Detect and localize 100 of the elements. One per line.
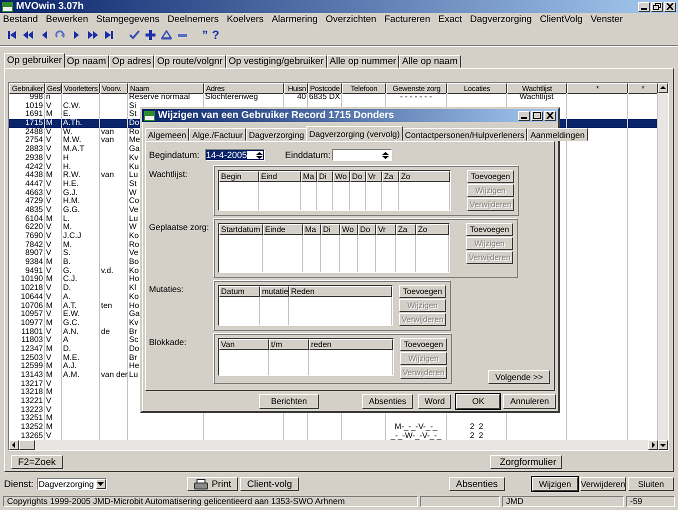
column-header[interactable]: Di [321, 224, 340, 235]
list-view[interactable]: Datum mutatie Reden [218, 285, 393, 326]
column-header[interactable]: Za [382, 171, 399, 182]
column-header[interactable]: Reden [289, 286, 392, 297]
table-cell: 11803 [21, 336, 43, 345]
menu-item[interactable]: Venster [590, 14, 623, 25]
date-field[interactable]: 14-4-2005 [205, 149, 265, 161]
menu-item[interactable]: Koelvers [226, 14, 264, 25]
dialog-button[interactable]: Berichten [259, 394, 319, 408]
list-action-button[interactable]: Toevoegen [467, 170, 514, 183]
list-view[interactable]: Startdatum Einde Ma Di Wo Do Vr Za Zo [218, 223, 450, 273]
maximize-icon [533, 112, 541, 119]
tab[interactable]: Alle op nummer [326, 55, 400, 68]
menu-item[interactable]: Overzichten [326, 14, 376, 25]
menu-item[interactable]: Bestand [3, 14, 38, 25]
list-action-button[interactable]: Toevoegen [399, 285, 446, 298]
maximize-button[interactable] [531, 110, 543, 120]
table-cell: V [46, 432, 52, 440]
list-view[interactable]: Begin Eind Ma Di Wo Do Vr Za Zo [218, 170, 451, 211]
list-view[interactable]: Van t/m reden [218, 338, 394, 376]
dialog-button[interactable]: Annuleren [503, 394, 556, 408]
table-cell-text: M. [63, 240, 72, 249]
menu-item[interactable]: Deelnemers [168, 14, 219, 25]
column-header[interactable]: Ma [301, 171, 317, 182]
table-cell-text: 9491 [25, 266, 43, 275]
date-field[interactable] [332, 149, 392, 161]
column-header[interactable]: Vr [376, 224, 396, 235]
minimize-button[interactable] [638, 2, 650, 12]
service-dropdown[interactable]: Dagverzorging [36, 478, 107, 490]
tab[interactable]: Op route/volgnr [154, 55, 226, 68]
close-button[interactable] [544, 110, 556, 120]
tab[interactable]: Algemeen [145, 128, 190, 141]
column-header[interactable]: Vr [366, 171, 382, 182]
tab[interactable]: Op naam [64, 55, 109, 68]
list-action-button[interactable]: Toevoegen [466, 223, 513, 236]
action-button[interactable]: Wijzigen [532, 477, 578, 491]
column-header[interactable]: Begin [219, 171, 259, 182]
table-row[interactable]: 998 n Reserve normaal Slochterenweg 40 6835 DX - - - - - - - Wachtlijst [9, 93, 658, 102]
column-header[interactable]: Zo [399, 171, 450, 182]
menu-item[interactable]: Bewerken [46, 14, 88, 25]
menu-item[interactable]: ClientVolg [540, 14, 583, 25]
table-cell: Ga [129, 145, 140, 154]
column-header[interactable]: mutatie [260, 286, 289, 297]
menu-item[interactable]: Factureren [384, 14, 430, 25]
vertical-scrollbar[interactable] [658, 83, 668, 450]
menu-item[interactable]: Stamgegevens [96, 14, 160, 25]
column-header[interactable]: t/m [269, 339, 309, 350]
table-row[interactable]: 13252 M M-_-_-V-_-_ 2 2 [9, 423, 658, 432]
dialog-button[interactable]: OK [456, 394, 500, 408]
restore-button[interactable] [651, 2, 663, 12]
minimize-button[interactable] [518, 110, 530, 120]
menu-item[interactable]: Exact [438, 14, 462, 25]
column-header[interactable]: Di [317, 171, 333, 182]
column-header[interactable]: Einde [263, 224, 303, 235]
list-action-button[interactable]: Toevoegen [400, 338, 447, 351]
up-arrow-icon [660, 85, 666, 91]
table-cell: 1691 [25, 110, 43, 120]
table-cell-text: Ho [129, 302, 140, 310]
column-header[interactable]: Startdatum [219, 224, 263, 235]
table-cell: M [46, 371, 53, 380]
dialog-button[interactable]: Word [418, 394, 452, 408]
tab[interactable]: Alge./Factuur [189, 128, 246, 141]
tab[interactable]: Aanmeldingen [527, 128, 588, 141]
column-header[interactable]: Za [396, 224, 416, 235]
tab[interactable]: Alle op naam [399, 55, 461, 68]
column-header[interactable]: Wo [333, 171, 350, 182]
tab[interactable]: Op vestiging/gebruiker [226, 55, 327, 68]
menu-item[interactable]: Alarmering [272, 14, 318, 25]
menu-item[interactable]: Dagverzorging [470, 14, 532, 25]
close-button[interactable] [664, 2, 676, 12]
horizontal-scrollbar[interactable] [9, 440, 658, 450]
table-cell: Do [129, 119, 140, 128]
action-button[interactable]: Verwijderen [580, 477, 626, 491]
column-header[interactable]: Do [358, 224, 376, 235]
column-header[interactable]: Zo [416, 224, 449, 235]
column-header[interactable]: Ma [303, 224, 321, 235]
table-cell: Sc [129, 336, 138, 345]
form-button[interactable]: Zorgformulier [490, 455, 562, 469]
table-row[interactable]: 13251 M [9, 414, 658, 424]
table-cell: A.J. [63, 362, 77, 372]
client-follow-button[interactable]: Client-volg [240, 477, 300, 491]
column-header[interactable]: Datum [219, 286, 260, 297]
column-header[interactable]: Wo [340, 224, 358, 235]
action-button[interactable]: Sluiten [628, 477, 674, 491]
print-button[interactable]: Print [186, 477, 238, 491]
search-button[interactable]: F2=Zoek [11, 455, 63, 469]
tab[interactable]: Op adres [109, 55, 154, 68]
table-cell: W [129, 223, 137, 232]
dialog-button[interactable]: Absenties [362, 394, 414, 408]
column-header[interactable]: reden [309, 339, 393, 350]
tab[interactable]: Contactpersonen/Hulpverleners [402, 128, 528, 141]
column-header[interactable]: Van [219, 339, 269, 350]
tab[interactable]: Op gebruiker [4, 53, 65, 68]
tab[interactable]: Dagverzorging (vervolg) [306, 126, 403, 141]
column-header[interactable]: Do [350, 171, 366, 182]
absences-button[interactable]: Absenties [449, 477, 505, 491]
column-header[interactable]: Eind [259, 171, 301, 182]
toolbar-button[interactable]: ? [212, 29, 220, 41]
next-button[interactable]: Volgende >> [488, 370, 550, 384]
tab[interactable]: Dagverzorging [246, 128, 308, 141]
